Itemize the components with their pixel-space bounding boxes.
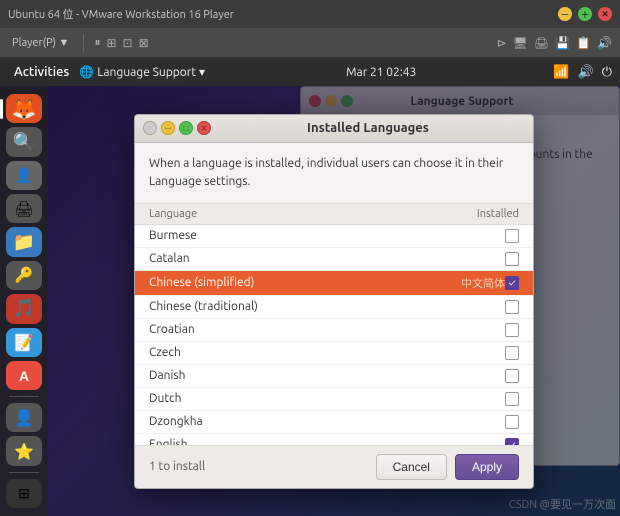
- list-item[interactable]: English ✓: [135, 434, 533, 445]
- list-item[interactable]: Czech: [135, 342, 533, 365]
- dock-separator2: [9, 472, 39, 473]
- vm-icon6[interactable]: 🔊: [597, 36, 612, 50]
- wm-close-btn[interactable]: ✕: [197, 121, 211, 135]
- dock-apps[interactable]: ⊞: [6, 479, 42, 508]
- wm-maximize-btn[interactable]: □: [179, 121, 193, 135]
- dialog-titlebar: － □ ✕ Installed Languages: [135, 115, 533, 143]
- power-icon[interactable]: ⏻: [602, 65, 612, 80]
- vmware-icon3[interactable]: ⊠: [139, 36, 149, 50]
- language-name: Czech: [149, 346, 497, 359]
- language-name: Burmese: [149, 229, 497, 242]
- globe-icon: 🌐: [79, 65, 94, 79]
- dialog-buttons: Cancel Apply: [376, 454, 519, 480]
- vmware-title: Ubuntu 64 位 - VMware Workstation 16 Play…: [8, 6, 234, 22]
- dock-firefox[interactable]: 🦊: [6, 94, 42, 123]
- dock-text[interactable]: 📝: [6, 328, 42, 357]
- wm-minimize-btn[interactable]: －: [161, 121, 175, 135]
- installed-languages-dialog: － □ ✕ Installed Languages When a languag…: [134, 114, 534, 489]
- vm-icon4[interactable]: 💾: [555, 36, 570, 50]
- dock-files[interactable]: 📁: [6, 227, 42, 256]
- vmware-titlebar: Ubuntu 64 位 - VMware Workstation 16 Play…: [0, 0, 620, 28]
- language-name: Dutch: [149, 392, 497, 405]
- sound-icon[interactable]: 🔊: [578, 65, 594, 80]
- dock-star[interactable]: ⭐: [6, 436, 42, 465]
- list-item[interactable]: Chinese (traditional): [135, 296, 533, 319]
- language-note: 中文简体: [461, 275, 505, 291]
- language-checkbox[interactable]: [505, 300, 519, 314]
- datetime-display: Mar 21 02:43: [209, 66, 553, 79]
- language-name: Chinese (simplified): [149, 276, 453, 289]
- vmware-icon2[interactable]: ⊡: [123, 36, 133, 50]
- dock-separator: [9, 396, 39, 397]
- language-checkbox[interactable]: [505, 252, 519, 266]
- wm-extra-btn[interactable]: [143, 121, 157, 135]
- dialog-footer: 1 to install Cancel Apply: [135, 445, 533, 488]
- language-name: Chinese (traditional): [149, 300, 497, 313]
- install-status: 1 to install: [149, 460, 205, 473]
- dock-printer[interactable]: 🖨: [6, 194, 42, 223]
- list-item[interactable]: Chinese (simplified) 中文简体✓: [135, 271, 533, 296]
- cancel-button[interactable]: Cancel: [376, 454, 447, 480]
- col-installed-header: Installed: [477, 208, 519, 220]
- list-item[interactable]: Danish: [135, 365, 533, 388]
- dock-user1[interactable]: 👤: [6, 161, 42, 190]
- vm-icon2[interactable]: 🖥: [513, 36, 528, 50]
- player-menu[interactable]: Player(P) ▼: [8, 35, 73, 51]
- language-checkbox[interactable]: [505, 369, 519, 383]
- toolbar-separator: [83, 34, 84, 52]
- col-language-header: Language: [149, 208, 197, 220]
- dock-user2[interactable]: 👤: [6, 403, 42, 432]
- list-item[interactable]: Croatian: [135, 319, 533, 342]
- language-list: BurmeseCatalanChinese (simplified)中文简体✓C…: [135, 225, 533, 445]
- language-name: Danish: [149, 369, 497, 382]
- vmware-maximize-button[interactable]: ＋: [578, 7, 592, 21]
- dialog-list-header: Language Installed: [135, 204, 533, 225]
- dialog-title: Installed Languages: [211, 121, 525, 135]
- dock-search[interactable]: 🔍: [6, 127, 42, 156]
- vmware-window-controls: － ＋ ✕: [558, 7, 612, 21]
- pause-icon[interactable]: ⏸: [94, 36, 100, 50]
- dock-language[interactable]: A: [6, 361, 42, 390]
- dialog-wm-buttons: － □ ✕: [143, 121, 211, 135]
- language-checkbox[interactable]: [505, 346, 519, 360]
- list-item[interactable]: Dutch: [135, 388, 533, 411]
- activities-button[interactable]: Activities: [8, 65, 75, 79]
- language-checkbox[interactable]: [505, 415, 519, 429]
- dialog-info: When a language is installed, individual…: [135, 143, 533, 204]
- modal-overlay: － □ ✕ Installed Languages When a languag…: [48, 86, 620, 516]
- vmware-minimize-button[interactable]: －: [558, 7, 572, 21]
- language-checkbox[interactable]: ✓: [505, 276, 519, 290]
- language-support-menu[interactable]: 🌐 Language Support ▾: [75, 65, 209, 79]
- dock-key[interactable]: 🔑: [6, 261, 42, 290]
- language-checkbox[interactable]: [505, 392, 519, 406]
- language-checkbox[interactable]: [505, 323, 519, 337]
- network-icon[interactable]: 📶: [553, 65, 569, 80]
- vm-icon1[interactable]: ⊳: [497, 36, 507, 50]
- language-checkbox[interactable]: ✓: [505, 438, 519, 445]
- ubuntu-desktop: Activities 🌐 Language Support ▾ Mar 21 0…: [0, 58, 620, 516]
- vmware-close-button[interactable]: ✕: [598, 7, 612, 21]
- topbar-right-area: 📶 🔊 ⏻: [553, 65, 612, 80]
- dock-rhythmbox[interactable]: 🎵: [6, 294, 42, 323]
- vmware-right-icons: ⊳ 🖥 🖨 💾 📋 🔊: [497, 36, 612, 50]
- language-name: English: [149, 438, 497, 445]
- language-checkbox[interactable]: [505, 229, 519, 243]
- language-name: Croatian: [149, 323, 497, 336]
- ubuntu-dock: 🦊 🔍 👤 🖨 📁 🔑 🎵 📝 A 👤 ⭐ ⊞: [0, 86, 48, 516]
- vm-icon3[interactable]: 🖨: [534, 36, 549, 50]
- vm-icon5[interactable]: 📋: [576, 36, 591, 50]
- ubuntu-topbar: Activities 🌐 Language Support ▾ Mar 21 0…: [0, 58, 620, 86]
- desktop-content: Language Support Regional Formats Displa…: [48, 86, 620, 516]
- list-item[interactable]: Dzongkha: [135, 411, 533, 434]
- language-name: Dzongkha: [149, 415, 497, 428]
- apply-button[interactable]: Apply: [455, 454, 519, 480]
- list-item[interactable]: Catalan: [135, 248, 533, 271]
- vmware-toolbar: Player(P) ▼ ⏸ ⊞ ⊡ ⊠ ⊳ 🖥 🖨 💾 📋 🔊: [0, 28, 620, 58]
- dropdown-icon: ▾: [199, 65, 205, 79]
- language-name: Catalan: [149, 252, 497, 265]
- list-item[interactable]: Burmese: [135, 225, 533, 248]
- vmware-icon1[interactable]: ⊞: [106, 36, 116, 50]
